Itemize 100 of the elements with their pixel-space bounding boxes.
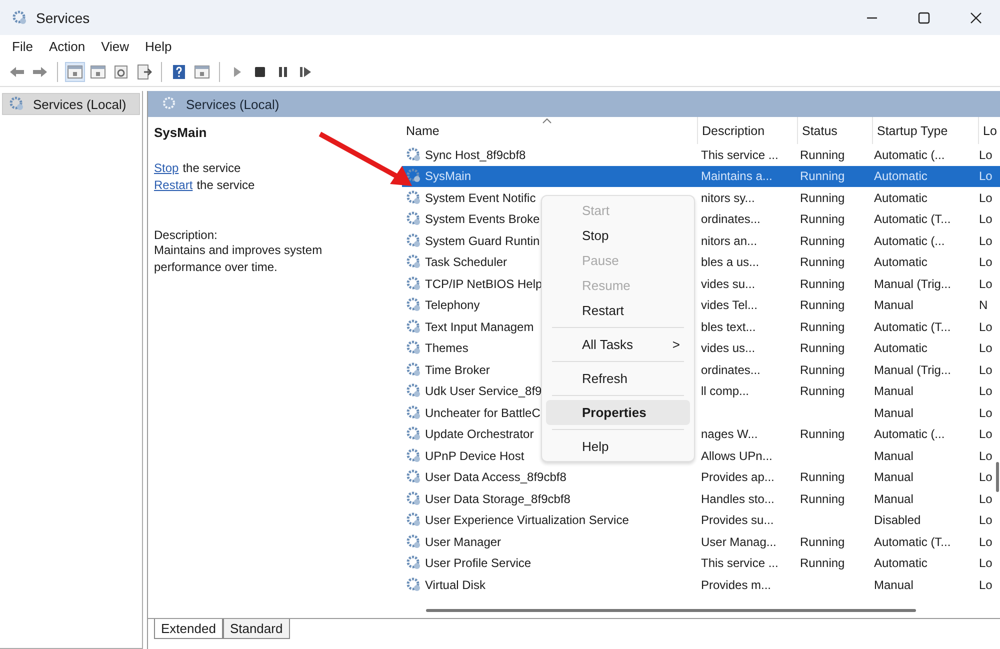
table-cell: SysMain xyxy=(425,169,472,184)
table-cell: Lo xyxy=(979,492,992,506)
column-header[interactable]: Description xyxy=(698,117,798,144)
table-cell: Running xyxy=(800,298,845,312)
gear-icon xyxy=(406,555,422,572)
menu-item[interactable]: Stop xyxy=(546,223,690,248)
scrollbar[interactable] xyxy=(996,462,999,492)
table-cell: Manual xyxy=(874,298,914,312)
table-cell: Provides ap... xyxy=(701,470,774,484)
table-cell: Themes xyxy=(425,341,468,356)
properties-icon[interactable] xyxy=(89,63,107,81)
gear-icon xyxy=(406,340,422,356)
table-cell: User Profile Service xyxy=(425,556,532,570)
action-text: the service xyxy=(196,177,255,194)
action-link[interactable]: Restart xyxy=(154,177,193,194)
table-cell: Virtual Disk xyxy=(425,578,486,592)
menu-item[interactable]: Refresh xyxy=(546,366,690,391)
table-cell: Manual xyxy=(874,406,914,420)
table-cell: Telephony xyxy=(425,298,480,312)
menu-item[interactable]: All Tasks > xyxy=(546,332,690,357)
maximize-icon[interactable] xyxy=(918,12,930,24)
table-cell: Lo xyxy=(979,148,992,162)
export-icon[interactable] xyxy=(135,63,153,81)
close-icon[interactable] xyxy=(970,12,982,24)
gear-icon xyxy=(406,168,422,184)
menu-item[interactable]: Help xyxy=(145,39,172,54)
table-cell: TCP/IP NetBIOS Help xyxy=(425,276,542,291)
gear-icon xyxy=(406,297,422,314)
scrollbar[interactable] xyxy=(426,609,916,612)
table-cell: User Manag... xyxy=(701,534,776,549)
table-cell: Manual xyxy=(874,448,914,463)
table-cell: Running xyxy=(800,384,845,398)
table-cell: Manual xyxy=(874,492,914,506)
table-cell: Lo xyxy=(979,169,992,184)
table-cell: Automatic (... xyxy=(874,148,945,162)
table-cell: Running xyxy=(800,234,845,248)
menu-item[interactable]: Help xyxy=(546,434,690,459)
table-cell: Automatic xyxy=(874,341,928,356)
view-tab[interactable]: Extended xyxy=(154,619,223,639)
table-cell: Time Broker xyxy=(425,362,490,377)
table-cell: Handles sto... xyxy=(701,492,774,506)
action-text: the service xyxy=(182,160,241,177)
table-cell: Text Input Managem xyxy=(425,320,534,334)
table-cell: User Experience Virtualization Service xyxy=(425,513,629,528)
view-icon[interactable] xyxy=(193,63,211,81)
table-cell: Lo xyxy=(979,578,992,592)
gear-icon xyxy=(406,211,422,228)
gear-icon xyxy=(406,190,422,206)
column-header[interactable]: Status xyxy=(798,117,873,144)
gear-icon xyxy=(406,469,422,486)
table-cell: User Manager xyxy=(425,534,502,549)
table-cell: Running xyxy=(800,276,845,291)
action-link[interactable]: Stop xyxy=(154,160,179,177)
table-cell: Uncheater for BattleC xyxy=(425,406,540,420)
window-title: Services xyxy=(36,10,90,26)
table-cell: Lo xyxy=(979,534,992,549)
column-header[interactable]: Name xyxy=(402,117,698,144)
table-cell: System Event Notific xyxy=(425,190,536,205)
table-cell: Automatic (T... xyxy=(874,212,951,226)
table-cell: Automatic xyxy=(874,556,928,570)
table-cell: Manual xyxy=(874,578,914,592)
menu-item[interactable]: View xyxy=(101,39,130,54)
refresh-icon[interactable] xyxy=(112,63,130,81)
help-icon[interactable] xyxy=(170,63,188,81)
table-cell: vides Tel... xyxy=(701,298,758,312)
gear-icon xyxy=(406,576,422,593)
table-cell: Automatic xyxy=(874,190,928,205)
table-cell: Sync Host_8f9cbf8 xyxy=(425,148,526,162)
selected-row[interactable]: SysMain Maintains a... Running Automatic Lo xyxy=(402,166,1000,187)
table-cell: Automatic (... xyxy=(874,234,945,248)
table-cell: Running xyxy=(800,362,845,377)
column-header[interactable]: Startup Type xyxy=(873,117,979,144)
table-cell: System Guard Runtin xyxy=(425,234,540,248)
table-cell: Provides su... xyxy=(701,513,774,528)
table-cell: Automatic (... xyxy=(874,427,945,442)
table-cell: Running xyxy=(800,534,845,549)
menu-item[interactable]: File xyxy=(12,39,33,54)
gear-icon xyxy=(406,362,422,378)
tree-item[interactable]: Services (Local) xyxy=(2,93,140,115)
table-cell: Running xyxy=(800,341,845,356)
table-cell: Task Scheduler xyxy=(425,255,508,270)
table-cell: nitors sy... xyxy=(701,190,755,205)
gear-icon xyxy=(406,318,422,335)
table-cell: Udk User Service_8f9 xyxy=(425,384,542,398)
table-cell: System Events Broke xyxy=(425,212,540,226)
table-cell: Automatic (T... xyxy=(874,534,951,549)
table-cell: bles a us... xyxy=(701,255,760,270)
table-cell: Running xyxy=(800,255,845,270)
menu-item[interactable]: Properties xyxy=(546,400,690,425)
table-cell: vides us... xyxy=(701,341,756,356)
table-cell: nitors an... xyxy=(701,234,758,248)
menu-item[interactable]: Restart xyxy=(546,298,690,323)
console-tree-icon[interactable] xyxy=(66,63,84,81)
menu-item[interactable]: Action xyxy=(48,39,86,54)
view-tab[interactable]: Standard xyxy=(222,619,290,639)
table-cell: Running xyxy=(800,556,845,570)
table-cell: Lo xyxy=(979,470,992,484)
table-cell: ordinates... xyxy=(701,362,760,377)
description-text: Maintains and improves system performance over time. xyxy=(154,242,324,276)
column-header[interactable]: Lo xyxy=(979,117,1000,144)
